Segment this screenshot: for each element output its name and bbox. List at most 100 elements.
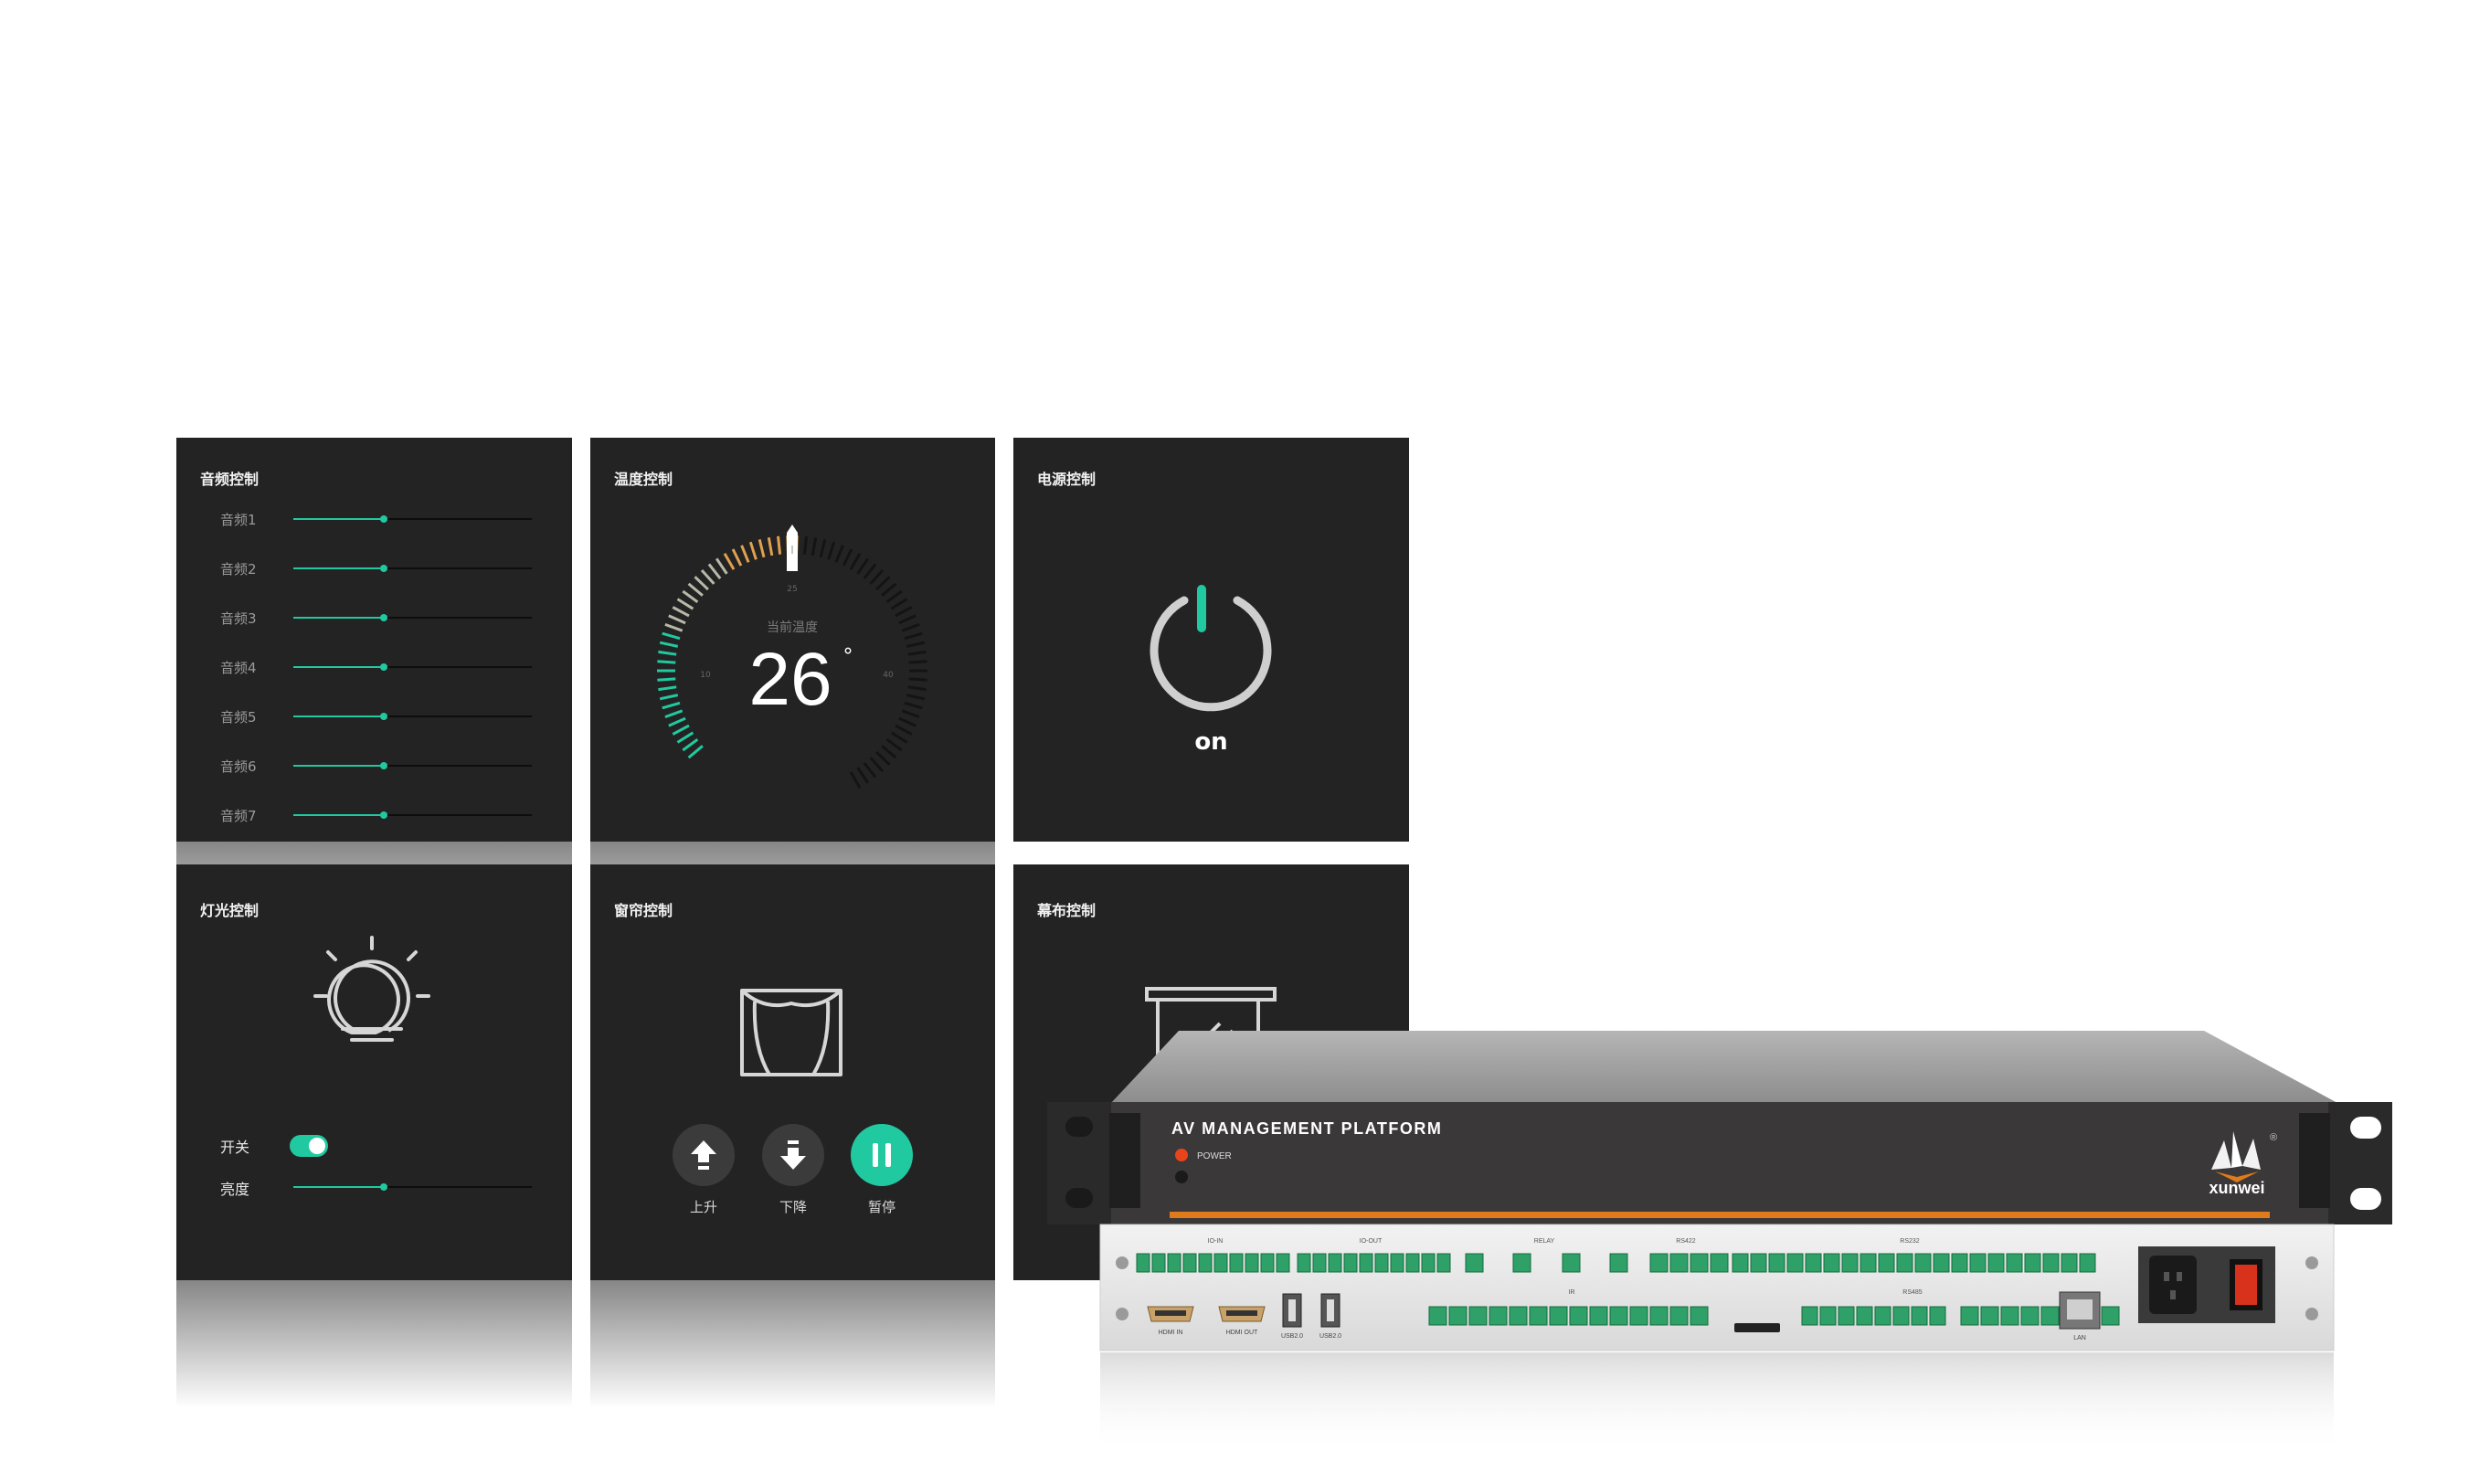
terminal-connector [2079, 1253, 2096, 1273]
device-rear-reflection [1100, 1352, 2334, 1453]
terminal-connector [1710, 1253, 1729, 1273]
terminal-connector [2061, 1253, 2078, 1273]
terminal-connector [1969, 1253, 1987, 1273]
terminal-connector [1929, 1306, 1946, 1326]
terminal-connector [1151, 1253, 1166, 1273]
terminal-connector [1801, 1306, 1818, 1326]
terminal-connector [1786, 1253, 1804, 1273]
lan-label: LAN [2073, 1335, 2086, 1341]
terminal-connector [2020, 1306, 2040, 1326]
terminal-connector [1465, 1253, 1484, 1273]
terminal-connector [2042, 1253, 2060, 1273]
terminal-connector [1874, 1306, 1891, 1326]
brand-registered: ® [2270, 1132, 2277, 1143]
hdmi-out-label: HDMI OUT [1226, 1330, 1258, 1336]
terminal-connector [1213, 1253, 1228, 1273]
terminal-connector [1569, 1306, 1588, 1326]
label-rs422: RS422 [1676, 1238, 1696, 1245]
terminal-connector [1856, 1306, 1873, 1326]
terminal-connector [2040, 1306, 2060, 1326]
terminal-connector [1878, 1253, 1895, 1273]
terminal-connector [1562, 1253, 1581, 1273]
front-accent-stripe [1170, 1212, 2270, 1218]
terminal-connector [1359, 1253, 1373, 1273]
device-title: AV MANAGEMENT PLATFORM [1171, 1119, 1442, 1138]
terminal-connector [1512, 1253, 1531, 1273]
terminal-connector [1750, 1253, 1767, 1273]
usb-label-2: USB2.0 [1319, 1333, 1341, 1340]
terminal-connector [2024, 1253, 2041, 1273]
status-led [1175, 1171, 1188, 1183]
terminal-connector [1436, 1253, 1451, 1273]
label-ir: IR [1569, 1289, 1575, 1296]
terminal-connector [1951, 1253, 1968, 1273]
terminal-connector [1136, 1253, 1150, 1273]
terminal-connector [1468, 1306, 1488, 1326]
terminal-connector [1428, 1306, 1447, 1326]
terminal-connector [1182, 1253, 1197, 1273]
hdmi-in-port [1147, 1306, 1194, 1322]
brand-name: xunwei [2209, 1179, 2264, 1197]
terminal-connector [1896, 1253, 1913, 1273]
terminal-connector [1509, 1306, 1528, 1326]
terminal-connector [1690, 1306, 1709, 1326]
terminal-connector [1838, 1306, 1855, 1326]
terminal-connector [1732, 1253, 1749, 1273]
hdmi-in-label: HDMI IN [1159, 1330, 1183, 1336]
hdmi-out-port [1218, 1306, 1266, 1322]
terminal-connector [1260, 1253, 1275, 1273]
terminal-connector [1649, 1306, 1669, 1326]
terminal-connector [2006, 1253, 2023, 1273]
terminal-connector [1421, 1253, 1436, 1273]
terminal-connector [1312, 1253, 1327, 1273]
terminal-connector [1609, 1253, 1628, 1273]
terminal-connector [1609, 1306, 1628, 1326]
terminal-connector [1589, 1306, 1608, 1326]
terminal-connector [1805, 1253, 1822, 1273]
av-management-platform-device: AV MANAGEMENT PLATFORM POWER xunwei ® IO… [1047, 1031, 2392, 1453]
terminal-connector [1549, 1306, 1568, 1326]
label-rs232: RS232 [1900, 1238, 1920, 1245]
terminal-connector [1960, 1306, 1979, 1326]
device-top-cover [1110, 1031, 2339, 1104]
terminal-connector [2101, 1306, 2120, 1326]
power-led [1175, 1149, 1188, 1161]
usb-label-1: USB2.0 [1281, 1333, 1303, 1340]
sd-card-slot [1734, 1323, 1780, 1332]
power-socket [2149, 1256, 2197, 1314]
power-led-label: POWER [1197, 1151, 1232, 1161]
terminal-connector [1405, 1253, 1420, 1273]
terminal-connector [1245, 1253, 1259, 1273]
terminal-connector [1841, 1253, 1859, 1273]
terminal-connector [1690, 1253, 1709, 1273]
terminal-connector [2000, 1306, 2019, 1326]
terminal-connector [1489, 1306, 1508, 1326]
terminal-connector [1669, 1253, 1689, 1273]
label-io-in: IO-IN [1208, 1238, 1224, 1245]
terminal-connector [1914, 1253, 1932, 1273]
label-io-out: IO-OUT [1360, 1238, 1383, 1245]
terminal-connector [1823, 1253, 1840, 1273]
terminal-connector [1167, 1253, 1182, 1273]
terminal-connector [1892, 1306, 1910, 1326]
terminal-connector [1768, 1253, 1786, 1273]
terminal-connector [1669, 1306, 1689, 1326]
terminal-connector [1911, 1306, 1928, 1326]
terminal-connector [1198, 1253, 1213, 1273]
terminal-connector [1860, 1253, 1877, 1273]
terminal-connector [1529, 1306, 1548, 1326]
terminal-connector [1297, 1253, 1311, 1273]
label-relay: RELAY [1534, 1238, 1555, 1245]
terminal-connector [1980, 1306, 1999, 1326]
terminal-connector [1390, 1253, 1404, 1273]
terminal-connector [1276, 1253, 1290, 1273]
terminal-connector [1343, 1253, 1358, 1273]
terminal-connector [1448, 1306, 1468, 1326]
terminal-connector [1933, 1253, 1950, 1273]
terminal-connector [1328, 1253, 1342, 1273]
label-rs485: RS485 [1902, 1289, 1923, 1296]
terminal-connector [1819, 1306, 1837, 1326]
terminal-connector [1649, 1253, 1669, 1273]
terminal-connector [1987, 1253, 2005, 1273]
terminal-connector [1629, 1306, 1648, 1326]
